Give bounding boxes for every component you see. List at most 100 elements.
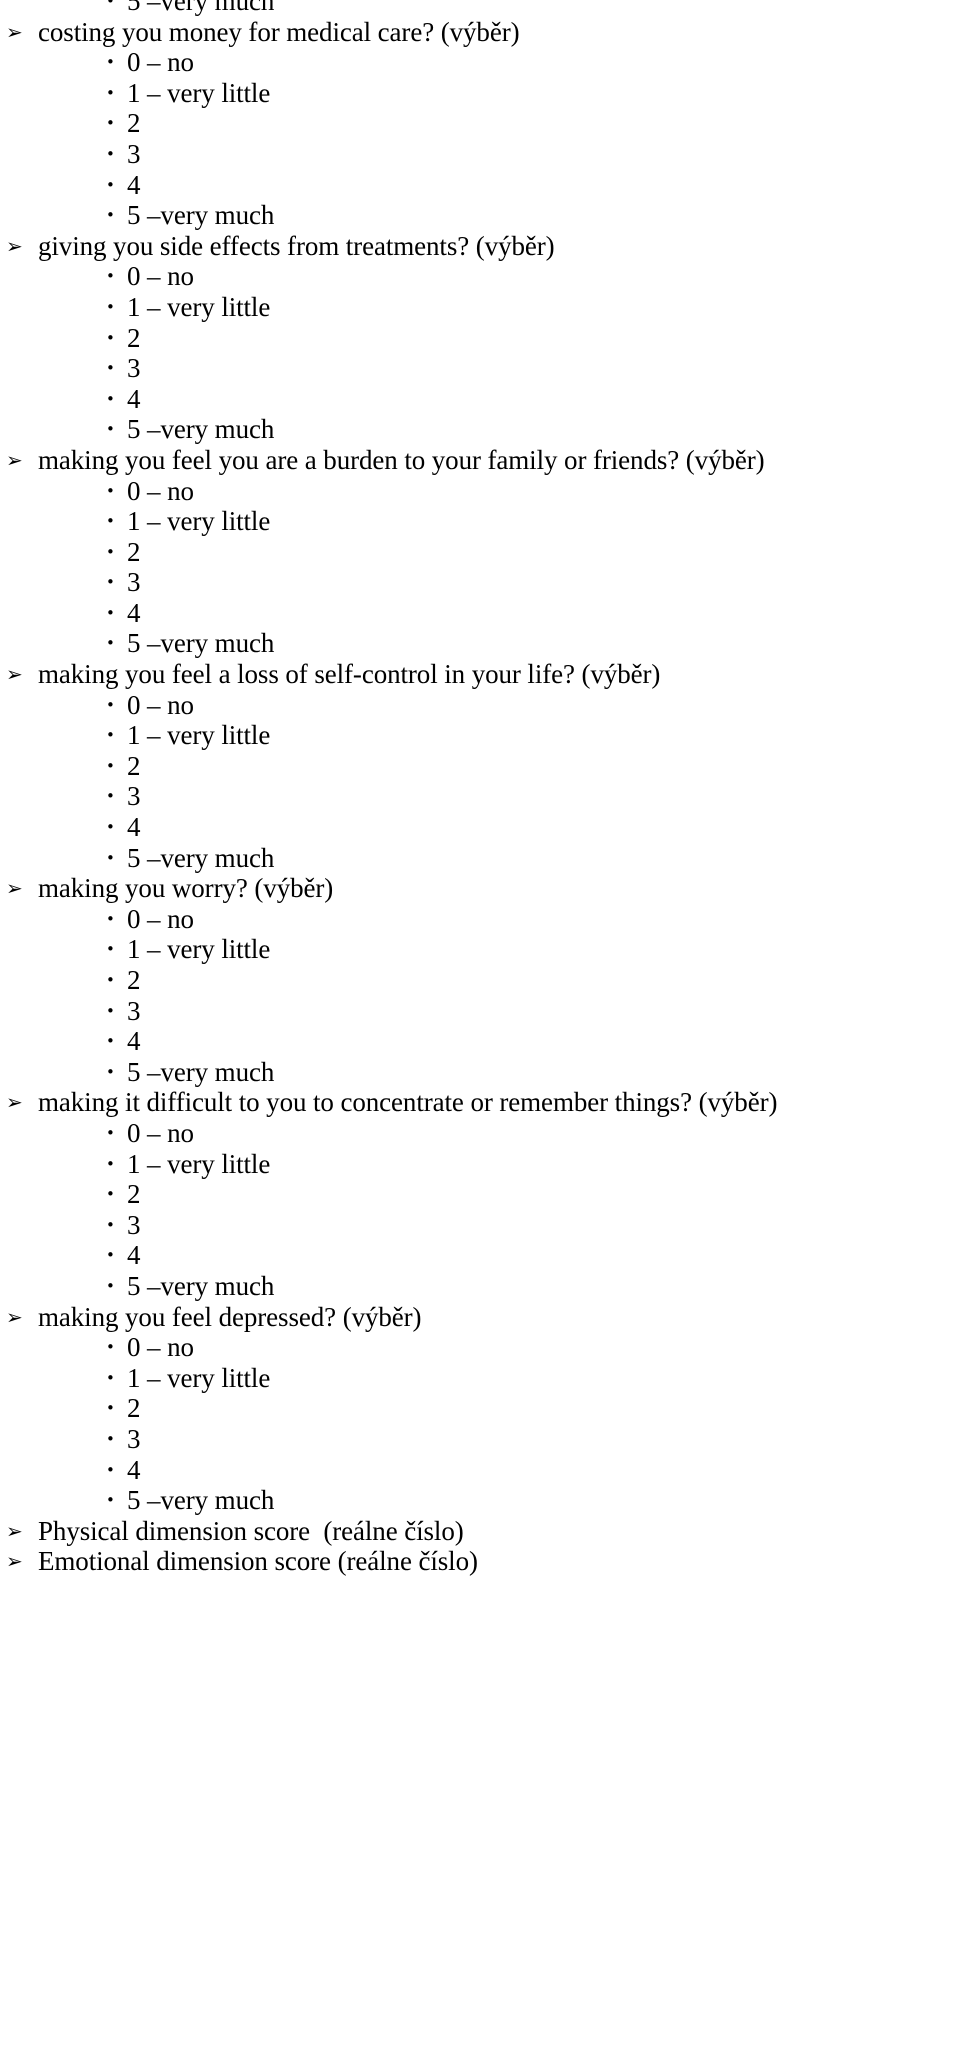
dot-bullet-icon: • — [106, 144, 115, 163]
dot-bullet-icon: • — [106, 1215, 115, 1234]
dot-bullet-icon: • — [106, 634, 115, 653]
option-text: 0 – no — [127, 475, 194, 506]
option-text: 2 — [127, 322, 141, 353]
option-item: • 4 — [0, 1026, 960, 1057]
option-text: 4 — [127, 1454, 141, 1485]
option-text: 0 – no — [127, 261, 194, 292]
option-item: • 5 –very much — [0, 843, 960, 874]
dot-bullet-icon: • — [106, 1123, 115, 1142]
arrow-bullet-icon: ➢ — [6, 662, 23, 687]
dot-bullet-icon: • — [106, 206, 115, 225]
option-item: • 3 — [0, 1424, 960, 1455]
dot-bullet-icon: • — [106, 389, 115, 408]
option-item: • 0 – no — [0, 904, 960, 935]
option-item: • 3 — [0, 567, 960, 598]
option-text: 5 –very much — [127, 0, 275, 16]
option-text: 0 – no — [127, 1332, 194, 1363]
option-item: • 4 — [0, 170, 960, 201]
option-text: 1 – very little — [127, 1148, 271, 1179]
question-item: ➢ Emotional dimension score (reálne číslo… — [0, 1546, 960, 1577]
question-text: Physical dimension score (reálne číslo) — [38, 1515, 464, 1546]
dot-bullet-icon: • — [106, 1399, 115, 1418]
dot-bullet-icon: • — [106, 1032, 115, 1051]
option-item: • 0 – no — [0, 47, 960, 78]
question-text: making you feel a loss of self-control i… — [38, 659, 661, 690]
option-item: • 1 – very little — [0, 506, 960, 537]
dot-bullet-icon: • — [106, 1001, 115, 1020]
arrow-bullet-icon: ➢ — [6, 1549, 23, 1574]
option-item: • 1 – very little — [0, 720, 960, 751]
dot-bullet-icon: • — [106, 1368, 115, 1387]
dot-bullet-icon: • — [106, 1460, 115, 1479]
arrow-bullet-icon: ➢ — [6, 447, 23, 472]
option-text: 0 – no — [127, 689, 194, 720]
question-text: making it difficult to you to concentrat… — [38, 1087, 778, 1118]
dot-bullet-icon: • — [106, 542, 115, 561]
option-text: 5 –very much — [127, 414, 275, 445]
option-item: • 2 — [0, 751, 960, 782]
question-text: making you feel depressed? (výběr) — [38, 1301, 422, 1332]
question-item: ➢ making you feel a loss of self-control … — [0, 659, 960, 690]
option-item: • 4 — [0, 1455, 960, 1486]
question-item: ➢ making you worry? (výběr) — [0, 873, 960, 904]
option-item: • 3 — [0, 996, 960, 1027]
option-item: • 1 – very little — [0, 78, 960, 109]
question-text: making you worry? (výběr) — [38, 873, 334, 904]
option-item: • 4 — [0, 1240, 960, 1271]
option-text: 5 –very much — [127, 1485, 275, 1516]
option-text: 5 –very much — [127, 1056, 275, 1087]
dot-bullet-icon: • — [106, 267, 115, 286]
option-text: 1 – very little — [127, 77, 271, 108]
option-item: • 5 –very much — [0, 200, 960, 231]
option-text: 1 – very little — [127, 291, 271, 322]
option-text: 3 — [127, 995, 141, 1026]
option-item: • 0 – no — [0, 1332, 960, 1363]
dot-bullet-icon: • — [106, 0, 115, 10]
dot-bullet-icon: • — [106, 940, 115, 959]
question-item: ➢ making it difficult to you to concentra… — [0, 1087, 960, 1118]
option-text: 4 — [127, 812, 141, 843]
dot-bullet-icon: • — [106, 695, 115, 714]
option-text: 3 — [127, 138, 141, 169]
option-text: 1 – very little — [127, 720, 271, 751]
option-text: 2 — [127, 750, 141, 781]
option-item: • 4 — [0, 812, 960, 843]
option-text: 3 — [127, 781, 141, 812]
dot-bullet-icon: • — [106, 818, 115, 837]
option-item: • 2 — [0, 323, 960, 354]
option-item: • 2 — [0, 1179, 960, 1210]
option-text: 5 –very much — [127, 1270, 275, 1301]
dot-bullet-icon: • — [106, 603, 115, 622]
dot-bullet-icon: • — [106, 297, 115, 316]
dot-bullet-icon: • — [106, 848, 115, 867]
question-text: Emotional dimension score (reálne číslo) — [38, 1546, 478, 1577]
dot-bullet-icon: • — [106, 53, 115, 72]
question-item: ➢ giving you side effects from treatments… — [0, 231, 960, 262]
dot-bullet-icon: • — [106, 1185, 115, 1204]
dot-bullet-icon: • — [106, 1154, 115, 1173]
option-text: 3 — [127, 353, 141, 384]
option-text: 5 –very much — [127, 842, 275, 873]
arrow-bullet-icon: ➢ — [6, 233, 23, 258]
dot-bullet-icon: • — [106, 83, 115, 102]
option-text: 0 – no — [127, 903, 194, 934]
dot-bullet-icon: • — [106, 328, 115, 347]
option-text: 2 — [127, 1179, 141, 1210]
document-page: • 5 –very much ➢ costing you money for medi… — [0, 0, 960, 2051]
option-item: • 3 — [0, 353, 960, 384]
arrow-bullet-icon: ➢ — [6, 1518, 23, 1543]
question-text: making you feel you are a burden to your… — [38, 444, 765, 475]
question-item: ➢ making you feel you are a burden to you… — [0, 445, 960, 476]
option-text: 2 — [127, 965, 141, 995]
option-text: 3 — [127, 1209, 141, 1240]
option-item: • 1 – very little — [0, 934, 960, 965]
option-item: • 2 — [0, 965, 960, 996]
arrow-bullet-icon: ➢ — [6, 1090, 23, 1115]
option-text: 4 — [127, 1240, 141, 1271]
option-item: • 3 — [0, 139, 960, 170]
option-item: • 5 –very much — [0, 1057, 960, 1088]
option-text: 4 — [127, 1026, 141, 1057]
dot-bullet-icon: • — [106, 512, 115, 531]
dot-bullet-icon: • — [106, 1491, 115, 1510]
option-item: • 4 — [0, 598, 960, 629]
